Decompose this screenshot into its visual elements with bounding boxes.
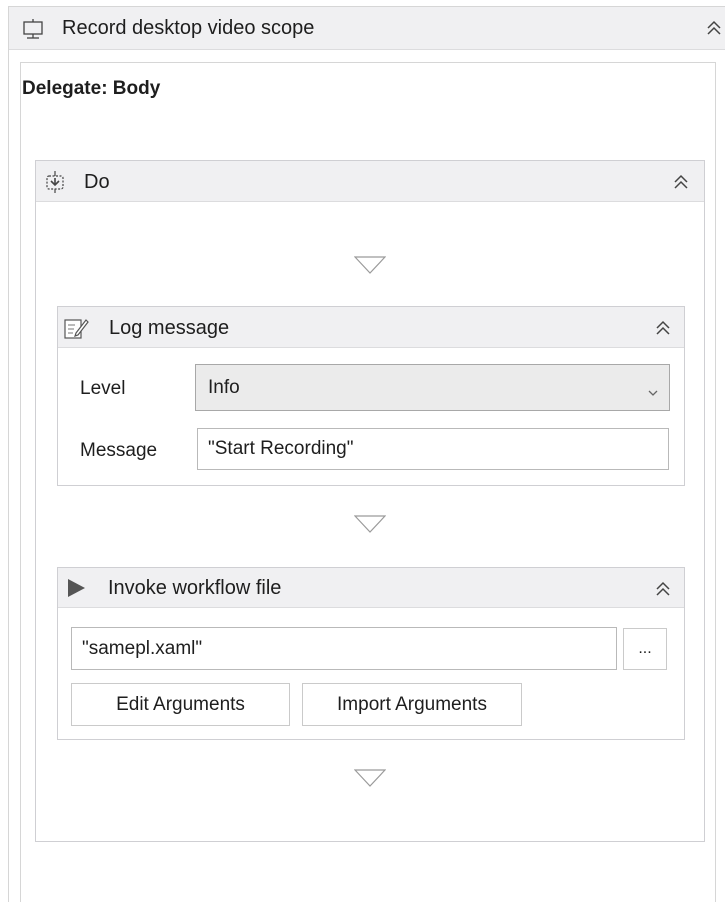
pencil-note-icon — [63, 315, 89, 346]
workflow-file-input[interactable]: "samepl.xaml" — [71, 627, 617, 670]
import-arguments-label: Import Arguments — [337, 693, 487, 715]
scope-title: Record desktop video scope — [62, 17, 315, 39]
level-dropdown[interactable]: Info — [195, 364, 670, 411]
sequence-icon — [43, 170, 67, 199]
do-title: Do — [84, 171, 110, 193]
scope-header[interactable]: Record desktop video scope — [9, 7, 725, 50]
do-header[interactable]: Do — [36, 161, 704, 202]
message-value: "Start Recording" — [208, 438, 354, 459]
log-message-header[interactable]: Log message — [58, 307, 684, 348]
delegate-label: Delegate: Body — [22, 78, 161, 99]
double-chevron-up-icon[interactable] — [654, 319, 672, 341]
browse-label: ... — [638, 640, 652, 657]
drop-target-arrow-icon[interactable] — [353, 515, 387, 538]
invoke-workflow-title: Invoke workflow file — [108, 577, 282, 599]
double-chevron-up-icon[interactable] — [654, 580, 672, 602]
edit-arguments-label: Edit Arguments — [116, 693, 245, 715]
message-input[interactable]: "Start Recording" — [197, 428, 669, 470]
message-label: Message — [80, 440, 158, 461]
level-value: Info — [208, 376, 240, 398]
import-arguments-button[interactable]: Import Arguments — [302, 683, 522, 726]
double-chevron-up-icon[interactable] — [705, 19, 723, 41]
invoke-workflow-header[interactable]: Invoke workflow file — [58, 568, 684, 608]
double-chevron-up-icon[interactable] — [672, 173, 690, 195]
browse-button[interactable]: ... — [623, 628, 667, 670]
play-icon — [65, 577, 87, 604]
edit-arguments-button[interactable]: Edit Arguments — [71, 683, 290, 726]
drop-target-arrow-icon[interactable] — [353, 256, 387, 279]
chevron-down-icon — [647, 382, 659, 404]
drop-target-arrow-icon[interactable] — [353, 769, 387, 792]
level-label: Level — [80, 378, 126, 399]
monitor-icon — [22, 18, 44, 45]
log-message-title: Log message — [109, 317, 230, 339]
workflow-file-value: "samepl.xaml" — [82, 637, 203, 659]
